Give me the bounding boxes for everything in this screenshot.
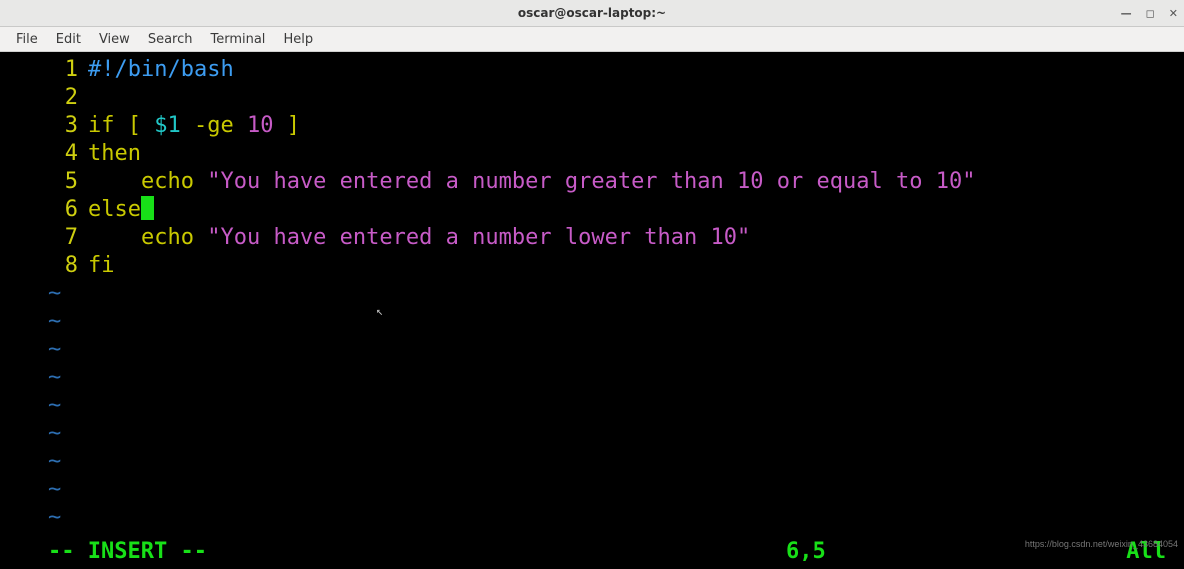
token: else [88, 197, 141, 222]
menu-view[interactable]: View [91, 30, 138, 49]
line-number: 2 [0, 84, 88, 112]
line-number: 8 [0, 252, 88, 280]
token [194, 169, 207, 194]
tilde-container: ~~~~~~~~~ [0, 280, 1184, 532]
empty-line-tilde: ~ [0, 364, 1184, 392]
editor-area[interactable]: 1#!/bin/bash23if [ $1 -ge 10 ]4then5 ech… [0, 52, 1184, 569]
empty-line-tilde: ~ [0, 280, 1184, 308]
line-number: 3 [0, 112, 88, 140]
line-number: 7 [0, 224, 88, 252]
close-icon[interactable]: ✕ [1169, 7, 1178, 20]
empty-line-tilde: ~ [0, 336, 1184, 364]
token: ] [287, 113, 300, 138]
maximize-icon[interactable]: ◻ [1146, 7, 1155, 20]
empty-line-tilde: ~ [0, 504, 1184, 532]
minimize-icon[interactable]: — [1121, 7, 1132, 20]
line-number: 6 [0, 196, 88, 224]
code-line[interactable]: 8fi [0, 252, 1184, 280]
empty-line-tilde: ~ [0, 448, 1184, 476]
token [194, 225, 207, 250]
code-line[interactable]: 7 echo "You have entered a number lower … [0, 224, 1184, 252]
line-content[interactable]: else [88, 196, 1184, 224]
token [234, 113, 247, 138]
empty-line-tilde: ~ [0, 476, 1184, 504]
token: then [88, 141, 141, 166]
window-title: oscar@oscar-laptop:~ [518, 6, 666, 20]
line-content[interactable] [88, 84, 1184, 112]
token: #!/bin/bash [88, 57, 234, 82]
token: "You have entered a number lower than 10… [207, 225, 750, 250]
line-content[interactable]: echo "You have entered a number greater … [88, 168, 1184, 196]
menu-terminal[interactable]: Terminal [202, 30, 273, 49]
code-container[interactable]: 1#!/bin/bash23if [ $1 -ge 10 ]4then5 ech… [0, 56, 1184, 280]
token: if [ [88, 113, 141, 138]
menu-edit[interactable]: Edit [48, 30, 89, 49]
token [141, 113, 154, 138]
menu-file[interactable]: File [8, 30, 46, 49]
titlebar: oscar@oscar-laptop:~ — ◻ ✕ [0, 0, 1184, 27]
line-content[interactable]: if [ $1 -ge 10 ] [88, 112, 1184, 140]
watermark: https://blog.csdn.net/weixin_43684054 [1025, 530, 1178, 558]
code-line[interactable]: 3if [ $1 -ge 10 ] [0, 112, 1184, 140]
code-line[interactable]: 4then [0, 140, 1184, 168]
token: echo [141, 225, 194, 250]
line-content[interactable]: #!/bin/bash [88, 56, 1184, 84]
line-number: 1 [0, 56, 88, 84]
token: fi [88, 253, 115, 278]
status-mode: -- INSERT -- [0, 538, 786, 566]
code-line[interactable]: 2 [0, 84, 1184, 112]
token: -ge [194, 113, 234, 138]
menu-search[interactable]: Search [140, 30, 201, 49]
empty-line-tilde: ~ [0, 308, 1184, 336]
menu-help[interactable]: Help [275, 30, 321, 49]
token: "You have entered a number greater than … [207, 169, 975, 194]
line-content[interactable]: fi [88, 252, 1184, 280]
window-controls: — ◻ ✕ [1121, 7, 1178, 20]
token: $1 [154, 113, 181, 138]
line-number: 4 [0, 140, 88, 168]
empty-line-tilde: ~ [0, 392, 1184, 420]
status-bar: -- INSERT -- 6,5 All [0, 538, 1184, 566]
line-content[interactable]: echo "You have entered a number lower th… [88, 224, 1184, 252]
token [88, 169, 141, 194]
token [88, 225, 141, 250]
empty-line-tilde: ~ [0, 420, 1184, 448]
token: echo [141, 169, 194, 194]
cursor [141, 196, 154, 220]
line-content[interactable]: then [88, 140, 1184, 168]
code-line[interactable]: 6else [0, 196, 1184, 224]
token [181, 113, 194, 138]
token [273, 113, 286, 138]
menubar: File Edit View Search Terminal Help [0, 27, 1184, 52]
code-line[interactable]: 5 echo "You have entered a number greate… [0, 168, 1184, 196]
line-number: 5 [0, 168, 88, 196]
code-line[interactable]: 1#!/bin/bash [0, 56, 1184, 84]
token: 10 [247, 113, 274, 138]
